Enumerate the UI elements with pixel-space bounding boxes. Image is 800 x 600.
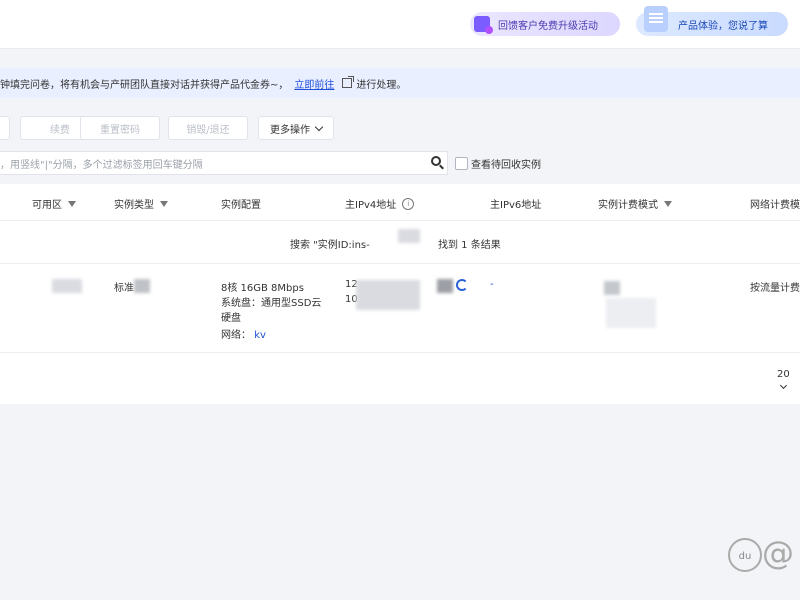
feedback-promo-button[interactable]: 回馈客户免费升级活动: [470, 12, 620, 36]
partial-button[interactable]: [0, 116, 10, 140]
notice-text: 钟填完问卷，将有机会与产研团队直接对话并获得产品代金券~，: [0, 79, 289, 91]
paw-logo: du: [728, 538, 762, 572]
search-placeholder: ，用竖线"|"分隔，多个过滤标签用回车键分隔: [0, 159, 203, 171]
redacted-billing: [604, 281, 620, 295]
filter-icon[interactable]: [664, 200, 672, 207]
redacted-id: [398, 229, 420, 243]
header-billing-label: 实例计费模式: [598, 200, 658, 211]
cell-network: 网络： kv: [221, 326, 266, 341]
header-ipv6-label: 主IPv6地址: [490, 200, 542, 211]
cell-config-line3: 硬盘: [221, 313, 241, 324]
search-input[interactable]: ，用竖线"|"分隔，多个过滤标签用回车键分隔: [0, 151, 448, 175]
recycle-label: 查看待回收实例: [471, 160, 541, 171]
header-ipv4: 主IPv4地址 i: [345, 196, 415, 211]
notice-link[interactable]: 立即前往: [294, 76, 334, 91]
external-link-icon: [342, 76, 355, 88]
at-symbol: @: [762, 534, 794, 572]
experience-promo-label: 产品体验，您说了算: [678, 20, 768, 32]
header-billing[interactable]: 实例计费模式: [598, 196, 672, 211]
survey-notice: 钟填完问卷，将有机会与产研团队直接对话并获得产品代金券~， 立即前往 进行处理。: [0, 68, 800, 98]
cell-network-billing: 按流量计费: [750, 283, 800, 294]
header-type[interactable]: 实例类型: [114, 196, 168, 211]
search-result-text: 搜索 "实例ID:ins-: [290, 240, 370, 251]
search-icon[interactable]: [431, 156, 441, 166]
row-divider: [0, 352, 800, 353]
filter-icon[interactable]: [68, 200, 76, 207]
cell-config-line1: 8核 16GB 8Mbps: [221, 283, 304, 294]
network-link[interactable]: kv: [254, 330, 266, 341]
redacted-type: [134, 279, 150, 293]
search-result-count: 找到 1 条结果: [438, 240, 501, 251]
header-config: 实例配置: [221, 196, 261, 211]
top-bar: 回馈客户免费升级活动 产品体验，您说了算: [0, 0, 800, 49]
network-label: 网络：: [221, 330, 251, 341]
recycle-checkbox[interactable]: [455, 157, 468, 170]
more-actions-label: 更多操作: [270, 124, 310, 136]
header-config-label: 实例配置: [221, 200, 261, 211]
more-actions-button[interactable]: 更多操作: [258, 116, 334, 140]
document-icon: [644, 6, 668, 32]
header-zone-label: 可用区: [32, 200, 62, 211]
refresh-icon[interactable]: [456, 279, 468, 291]
info-icon[interactable]: i: [402, 197, 415, 210]
redacted-ipv4: [356, 280, 420, 310]
page-size-select[interactable]: 20: [777, 369, 800, 391]
gift-icon: [474, 16, 493, 34]
page-size-value: 20: [777, 369, 790, 380]
feedback-promo-label: 回馈客户免费升级活动: [498, 20, 598, 32]
cell-type: 标准: [114, 283, 134, 294]
header-network-billing-label: 网络计费模: [750, 200, 800, 211]
header-ipv6: 主IPv6地址: [490, 196, 541, 211]
header-type-label: 实例类型: [114, 200, 154, 211]
cell-config-line2: 系统盘：通用型SSD云: [221, 298, 322, 309]
redacted-zone: [52, 279, 82, 293]
experience-promo-button[interactable]: 产品体验，您说了算: [636, 6, 788, 36]
reset-password-button[interactable]: 重置密码: [80, 116, 160, 140]
redacted-ipv4-block: [437, 279, 453, 293]
cell-ipv6: -: [490, 279, 494, 290]
header-ipv4-label: 主IPv4地址: [345, 200, 397, 211]
redacted-billing-detail: [606, 298, 656, 328]
header-network-billing: 网络计费模: [750, 196, 800, 211]
header-zone[interactable]: 可用区: [32, 196, 76, 211]
destroy-button[interactable]: 销毁/退还: [168, 116, 248, 140]
filter-icon[interactable]: [160, 200, 168, 207]
notice-suffix: 进行处理。: [356, 79, 407, 91]
chevron-down-icon: [779, 381, 788, 390]
chevron-down-icon: [314, 122, 324, 131]
